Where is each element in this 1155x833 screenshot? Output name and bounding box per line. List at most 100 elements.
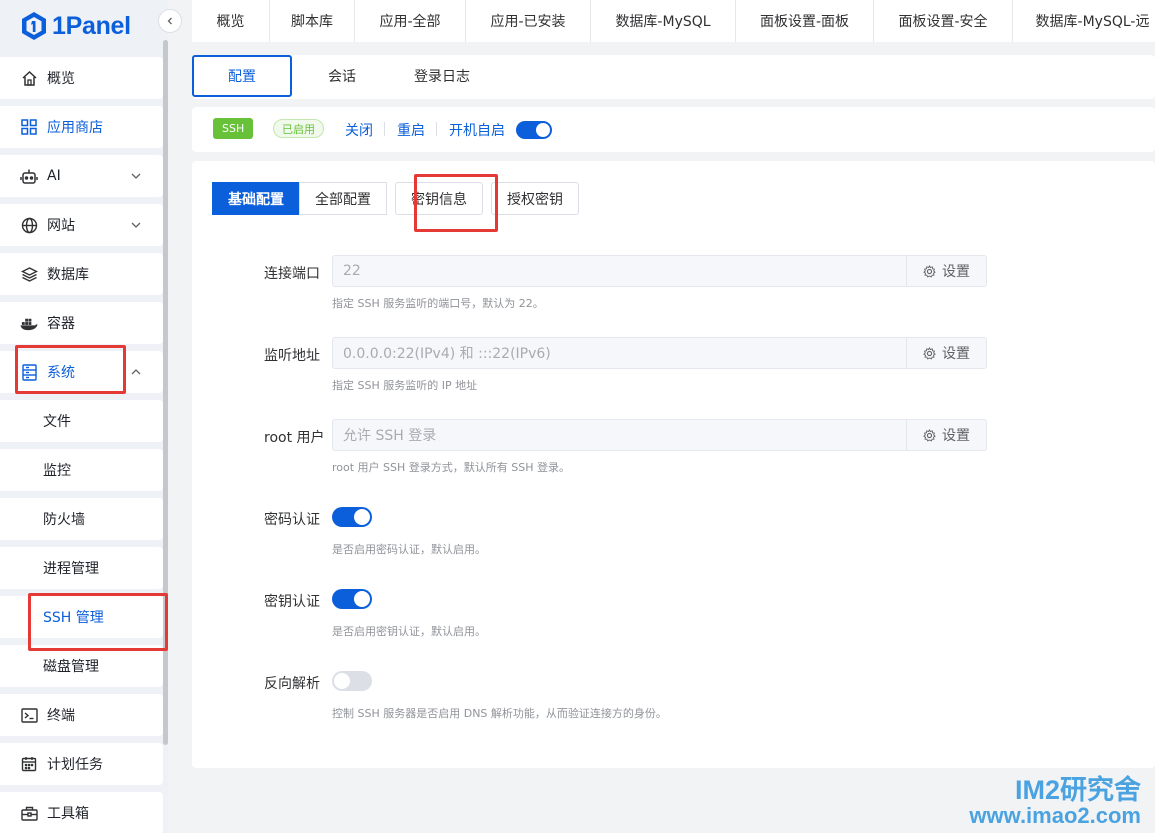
top-tabs-bar: 概览 脚本库 应用-全部 应用-已安装 数据库-MySQL 面板设置-面板 面板…: [192, 0, 1155, 42]
ssh-config-card: 基础配置 全部配置 密钥信息 授权密钥 连接端口 22 设置 指定 SSH 服务…: [192, 161, 1155, 768]
divider: [436, 122, 437, 136]
sidebar-item-cron[interactable]: 计划任务: [0, 743, 163, 785]
restart-button[interactable]: 重启: [397, 120, 425, 140]
globe-icon: [20, 216, 38, 234]
layers-icon: [20, 265, 38, 283]
reverse-dns-label: 反向解析: [264, 676, 320, 692]
port-set-button[interactable]: 设置: [906, 255, 987, 287]
app-logo[interactable]: 1Panel: [20, 8, 131, 44]
switch-knob: [354, 591, 370, 607]
sidebar-item-label: 应用商店: [47, 120, 103, 136]
sidebar-item-label: 磁盘管理: [43, 659, 99, 675]
sidebar-item-label: 网站: [47, 218, 75, 234]
key-auth-help: 是否启用密钥认证，默认启用。: [332, 625, 486, 638]
switch-knob: [334, 673, 350, 689]
password-auth-label: 密码认证: [264, 512, 320, 528]
watermark-line2: www.imao2.com: [969, 802, 1141, 828]
root-user-set-button[interactable]: 设置: [906, 419, 987, 451]
top-tab-settings-security[interactable]: 面板设置-安全: [874, 0, 1013, 42]
sidebar-item-label: AI: [47, 168, 61, 184]
divider: [384, 122, 385, 136]
sidebar-item-container[interactable]: 容器: [0, 302, 163, 344]
reverse-dns-switch[interactable]: [332, 671, 372, 691]
stop-button[interactable]: 关闭: [345, 120, 373, 140]
sidebar-item-label: 终端: [47, 708, 75, 724]
sidebar-item-ai[interactable]: AI: [0, 155, 163, 197]
watermark: IM2研究舍 www.imao2.com: [969, 774, 1141, 828]
terminal-icon: [20, 706, 38, 724]
listen-address-help: 指定 SSH 服务监听的 IP 地址: [332, 379, 478, 392]
sidebar-subitem-ssh[interactable]: SSH 管理: [0, 596, 163, 638]
sidebar-item-toolbox[interactable]: 工具箱: [0, 792, 163, 833]
logo-hexagon-icon: [22, 12, 46, 40]
top-tab-apps-all[interactable]: 应用-全部: [355, 0, 466, 42]
listen-address-input: 0.0.0.0:22(IPv4) 和 :::22(IPv6): [332, 337, 907, 369]
sidebar-item-label: 监控: [43, 463, 71, 479]
listen-address-set-button[interactable]: 设置: [906, 337, 987, 369]
ssh-sub-nav: 配置 会话 登录日志: [192, 55, 1155, 99]
sidebar-item-label: 概览: [47, 71, 75, 87]
top-tab-db-mysql-remote[interactable]: 数据库-MySQL-远: [1013, 0, 1155, 42]
sidebar-item-label: 文件: [43, 414, 71, 430]
tab-sessions[interactable]: 会话: [302, 55, 382, 97]
sidebar-subitem-disk[interactable]: 磁盘管理: [0, 645, 163, 687]
logo-text: 1Panel: [52, 11, 131, 40]
sidebar-item-overview[interactable]: 概览: [0, 57, 163, 99]
autostart-switch[interactable]: [516, 121, 552, 139]
sidebar-item-label: 进程管理: [43, 561, 99, 577]
key-auth-label: 密钥认证: [264, 594, 320, 610]
sidebar-item-website[interactable]: 网站: [0, 204, 163, 246]
watermark-line1: IM2研究舍: [1014, 774, 1141, 805]
autostart-label: 开机自启: [449, 123, 505, 139]
sidebar-item-label: 系统: [47, 365, 75, 381]
listen-address-label: 监听地址: [264, 348, 320, 364]
segment-key-info[interactable]: 密钥信息: [395, 182, 483, 215]
tab-config[interactable]: 配置: [192, 55, 292, 97]
gear-icon: [923, 264, 936, 278]
set-button-label: 设置: [942, 264, 970, 280]
top-tab-scripts[interactable]: 脚本库: [270, 0, 355, 42]
segment-all-config[interactable]: 全部配置: [299, 182, 387, 215]
root-user-input: 允许 SSH 登录: [332, 419, 907, 451]
robot-icon: [20, 167, 38, 185]
segment-authorized-keys[interactable]: 授权密钥: [491, 182, 579, 215]
sidebar: 1Panel 概览 应用商店 AI 网站 数据库 容器 系统 文件 监控 防火墙…: [0, 0, 168, 833]
toolbox-icon: [20, 804, 38, 822]
sidebar-subitem-firewall[interactable]: 防火墙: [0, 498, 163, 540]
top-tab-settings-panel[interactable]: 面板设置-面板: [736, 0, 874, 42]
ssh-status-bar: SSH 已启用 关闭 重启 开机自启: [192, 107, 1155, 152]
sidebar-item-label: 工具箱: [47, 806, 89, 822]
root-user-label: root 用户: [264, 430, 325, 446]
key-auth-switch[interactable]: [332, 589, 372, 609]
apps-grid-icon: [20, 118, 38, 136]
sidebar-subitem-process[interactable]: 进程管理: [0, 547, 163, 589]
top-tab-db-mysql[interactable]: 数据库-MySQL: [591, 0, 736, 42]
sidebar-collapse-button[interactable]: [158, 9, 182, 33]
sidebar-item-app-store[interactable]: 应用商店: [0, 106, 163, 148]
password-auth-help: 是否启用密码认证，默认启用。: [332, 543, 486, 556]
sidebar-item-database[interactable]: 数据库: [0, 253, 163, 295]
reverse-dns-help: 控制 SSH 服务器是否启用 DNS 解析功能，从而验证连接方的身份。: [332, 707, 667, 720]
chevron-down-icon: [131, 173, 141, 179]
set-button-label: 设置: [942, 346, 970, 362]
port-input: 22: [332, 255, 907, 287]
gear-icon: [923, 428, 936, 442]
chevron-left-icon: [167, 17, 172, 25]
password-auth-switch[interactable]: [332, 507, 372, 527]
sidebar-scrollbar[interactable]: [163, 40, 168, 745]
tab-login-log[interactable]: 登录日志: [397, 55, 487, 97]
chevron-up-icon: [131, 369, 141, 375]
top-tab-apps-installed[interactable]: 应用-已安装: [466, 0, 591, 42]
docker-icon: [20, 314, 38, 332]
sidebar-subitem-files[interactable]: 文件: [0, 400, 163, 442]
sidebar-subitem-monitor[interactable]: 监控: [0, 449, 163, 491]
chevron-down-icon: [131, 222, 141, 228]
sidebar-item-label: 防火墙: [43, 512, 85, 528]
service-tag: SSH: [213, 118, 254, 139]
segment-basic-config[interactable]: 基础配置: [212, 182, 300, 215]
sidebar-item-system[interactable]: 系统: [0, 351, 163, 393]
sidebar-item-label: 计划任务: [47, 757, 103, 773]
port-label: 连接端口: [264, 266, 320, 282]
top-tab-overview[interactable]: 概览: [192, 0, 270, 42]
sidebar-item-terminal[interactable]: 终端: [0, 694, 163, 736]
